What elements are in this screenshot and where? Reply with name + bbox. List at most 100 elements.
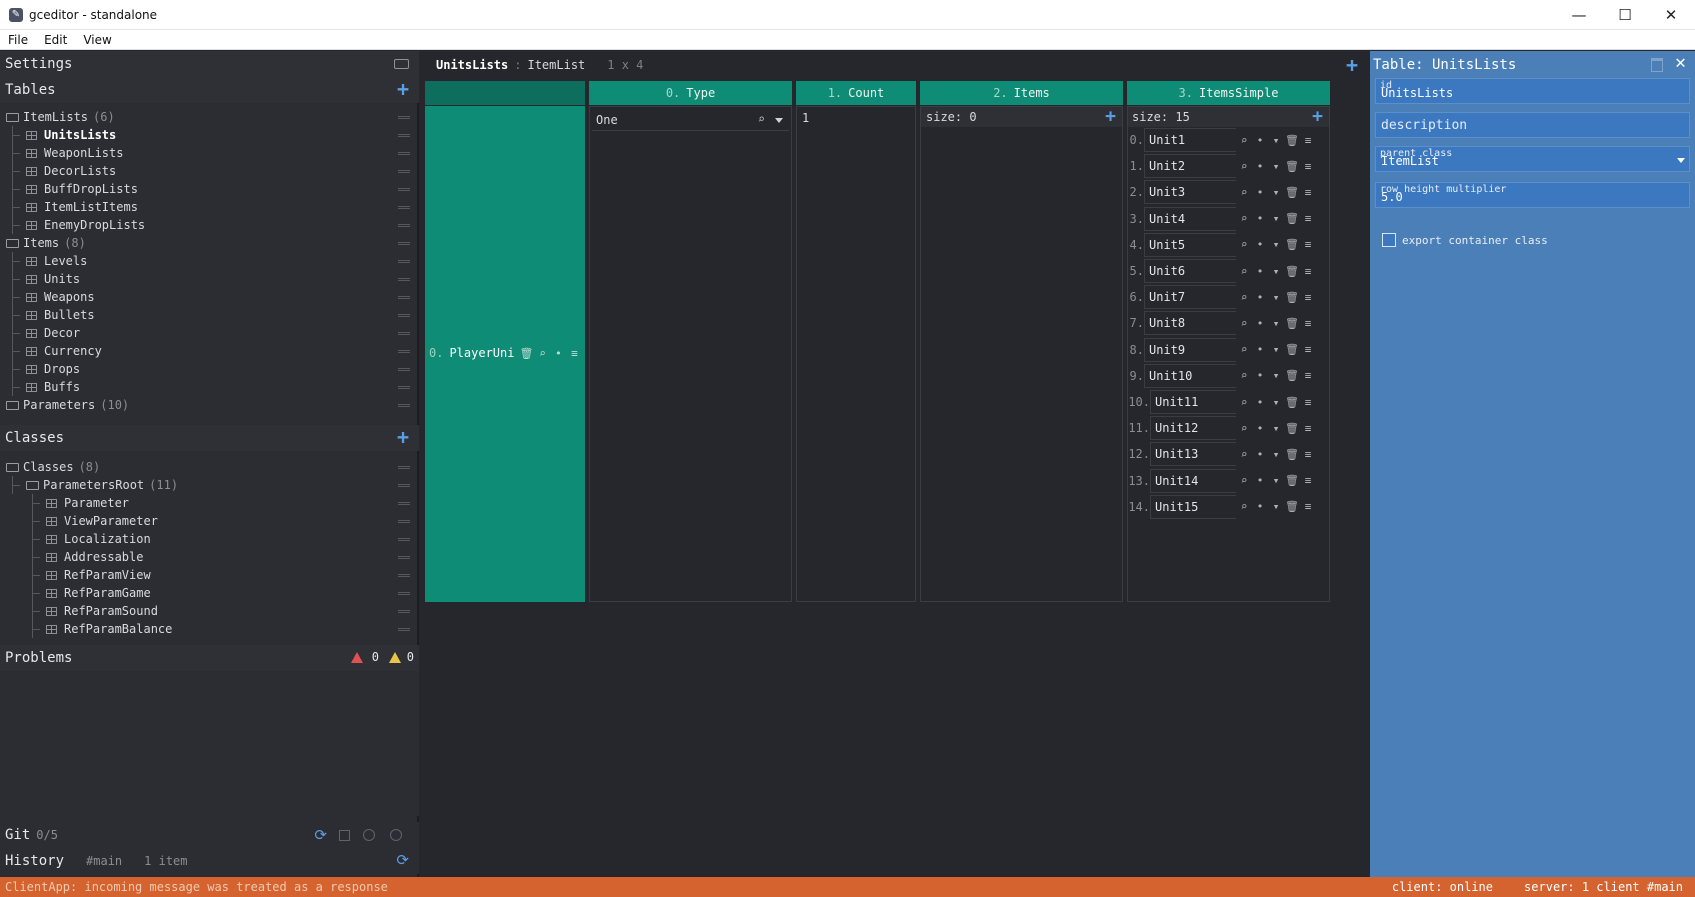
maximize-button[interactable]: ☐	[1602, 0, 1648, 30]
drag-handle-icon[interactable]	[398, 278, 410, 281]
add-item-button[interactable]: +	[1105, 106, 1116, 127]
delete-icon[interactable]: 🗑	[1284, 317, 1300, 330]
git-push-icon[interactable]	[363, 829, 375, 841]
row-header[interactable]: 0. PlayerUni 🗑 ⌕ • ≡	[425, 106, 585, 602]
drag-handle-icon[interactable]	[398, 116, 410, 119]
list-item-select[interactable]: Unit14	[1150, 468, 1236, 493]
drag-handle-icon[interactable]	[398, 224, 410, 227]
search-icon[interactable]: ⌕	[1236, 396, 1252, 409]
drag-handle-icon[interactable]	[398, 404, 410, 407]
tree-item[interactable]: RefParamGame	[0, 584, 419, 602]
drag-handle-icon[interactable]: ≡	[1300, 160, 1316, 173]
delete-icon[interactable]: 🗑	[1284, 396, 1300, 409]
delete-table-icon[interactable]	[1651, 58, 1663, 72]
tree-item[interactable]: Weapons	[0, 288, 419, 306]
list-item-select[interactable]: Unit2	[1144, 154, 1236, 179]
chevron-down-icon[interactable]: ▾	[1268, 265, 1284, 278]
chevron-down-icon[interactable]: ▾	[1268, 212, 1284, 225]
search-icon[interactable]: ⌕	[1236, 369, 1252, 382]
chevron-down-icon[interactable]: ▾	[1268, 160, 1284, 173]
list-item-select[interactable]: Unit10	[1144, 363, 1236, 388]
chevron-down-icon[interactable]	[775, 118, 783, 123]
chevron-down-icon[interactable]: ▾	[1268, 448, 1284, 461]
drag-row-icon[interactable]: ≡	[566, 347, 582, 360]
tree-item[interactable]: UnitsLists	[0, 126, 419, 144]
chevron-down-icon[interactable]: ▾	[1268, 317, 1284, 330]
tree-item[interactable]: Localization	[0, 530, 419, 548]
drag-handle-icon[interactable]: ≡	[1300, 422, 1316, 435]
chevron-down-icon[interactable]: ▾	[1268, 186, 1284, 199]
drag-handle-icon[interactable]: ≡	[1300, 500, 1316, 513]
drag-handle-icon[interactable]	[398, 386, 410, 389]
tree-item[interactable]: Bullets	[0, 306, 419, 324]
search-icon[interactable]: ⌕	[1236, 291, 1252, 304]
search-icon[interactable]: ⌕	[1236, 160, 1252, 173]
tree-item[interactable]: Buffs	[0, 378, 419, 396]
search-icon[interactable]: ⌕	[1236, 448, 1252, 461]
drag-handle-icon[interactable]	[398, 350, 410, 353]
git-pull-icon[interactable]	[390, 829, 402, 841]
search-icon[interactable]: ⌕	[1236, 317, 1252, 330]
tree-item[interactable]: BuffDropLists	[0, 180, 419, 198]
drag-handle-icon[interactable]	[398, 296, 410, 299]
drag-handle-icon[interactable]	[398, 170, 410, 173]
tree-item[interactable]: Currency	[0, 342, 419, 360]
git-refresh-icon[interactable]: ⟳	[314, 826, 327, 844]
minimize-button[interactable]: —	[1556, 0, 1602, 30]
list-item-select[interactable]: Unit9	[1144, 337, 1236, 362]
chevron-down-icon[interactable]: ▾	[1268, 343, 1284, 356]
search-icon[interactable]: ⌕	[1236, 343, 1252, 356]
drag-handle-icon[interactable]: ≡	[1300, 474, 1316, 487]
drag-handle-icon[interactable]: ≡	[1300, 186, 1316, 199]
column-header-count[interactable]: 1. Count	[796, 81, 916, 105]
delete-icon[interactable]: 🗑	[1284, 422, 1300, 435]
drag-handle-icon[interactable]: ≡	[1300, 238, 1316, 251]
search-icon[interactable]: ⌕	[1236, 265, 1252, 278]
delete-icon[interactable]: 🗑	[1284, 343, 1300, 356]
tree-item[interactable]: Decor	[0, 324, 419, 342]
tree-item[interactable]: EnemyDropLists	[0, 216, 419, 234]
column-header-items[interactable]: 2. Items	[920, 81, 1123, 105]
chevron-down-icon[interactable]: ▾	[1268, 500, 1284, 513]
drag-handle-icon[interactable]	[398, 188, 410, 191]
tree-item[interactable]: Drops	[0, 360, 419, 378]
chevron-down-icon[interactable]: ▾	[1268, 291, 1284, 304]
drag-handle-icon[interactable]	[398, 628, 410, 631]
drag-handle-icon[interactable]	[398, 242, 410, 245]
chevron-down-icon[interactable]: ▾	[1268, 369, 1284, 382]
search-icon[interactable]: ⌕	[1236, 474, 1252, 487]
parent-class-select[interactable]: parent class ItemList	[1375, 146, 1690, 172]
pin-icon[interactable]: •	[1252, 343, 1268, 356]
pin-icon[interactable]: •	[1252, 396, 1268, 409]
drag-handle-icon[interactable]: ≡	[1300, 134, 1316, 147]
tree-item[interactable]: RefParamSound	[0, 602, 419, 620]
chevron-down-icon[interactable]: ▾	[1268, 474, 1284, 487]
tree-folder[interactable]: Parameters (10)	[0, 396, 419, 414]
breadcrumb-class[interactable]: ItemList	[527, 58, 585, 72]
row-height-field[interactable]: row height multiplier 5.0	[1375, 182, 1690, 208]
count-input[interactable]: 1	[802, 111, 809, 125]
pin-icon[interactable]: •	[1252, 160, 1268, 173]
tree-item[interactable]: WeaponLists	[0, 144, 419, 162]
pin-icon[interactable]: •	[1252, 500, 1268, 513]
list-item-select[interactable]: Unit15	[1150, 494, 1236, 519]
drag-handle-icon[interactable]	[398, 520, 410, 523]
drag-handle-icon[interactable]: ≡	[1300, 291, 1316, 304]
search-row-icon[interactable]: ⌕	[534, 347, 550, 360]
search-icon[interactable]: ⌕	[1236, 186, 1252, 199]
drag-handle-icon[interactable]: ≡	[1300, 396, 1316, 409]
delete-row-icon[interactable]: 🗑	[518, 347, 534, 360]
pin-icon[interactable]: •	[1252, 238, 1268, 251]
list-item-select[interactable]: Unit6	[1144, 259, 1236, 283]
type-select[interactable]: One ⌕	[592, 109, 789, 131]
drag-handle-icon[interactable]: ≡	[1300, 448, 1316, 461]
chevron-down-icon[interactable]: ▾	[1268, 422, 1284, 435]
drag-handle-icon[interactable]	[398, 260, 410, 263]
drag-handle-icon[interactable]: ≡	[1300, 265, 1316, 278]
chevron-down-icon[interactable]: ▾	[1268, 238, 1284, 251]
history-refresh-icon[interactable]: ⟳	[396, 851, 409, 869]
close-panel-icon[interactable]: ✕	[1675, 52, 1686, 73]
search-icon[interactable]: ⌕	[1236, 422, 1252, 435]
delete-icon[interactable]: 🗑	[1284, 134, 1300, 147]
delete-icon[interactable]: 🗑	[1284, 212, 1300, 225]
